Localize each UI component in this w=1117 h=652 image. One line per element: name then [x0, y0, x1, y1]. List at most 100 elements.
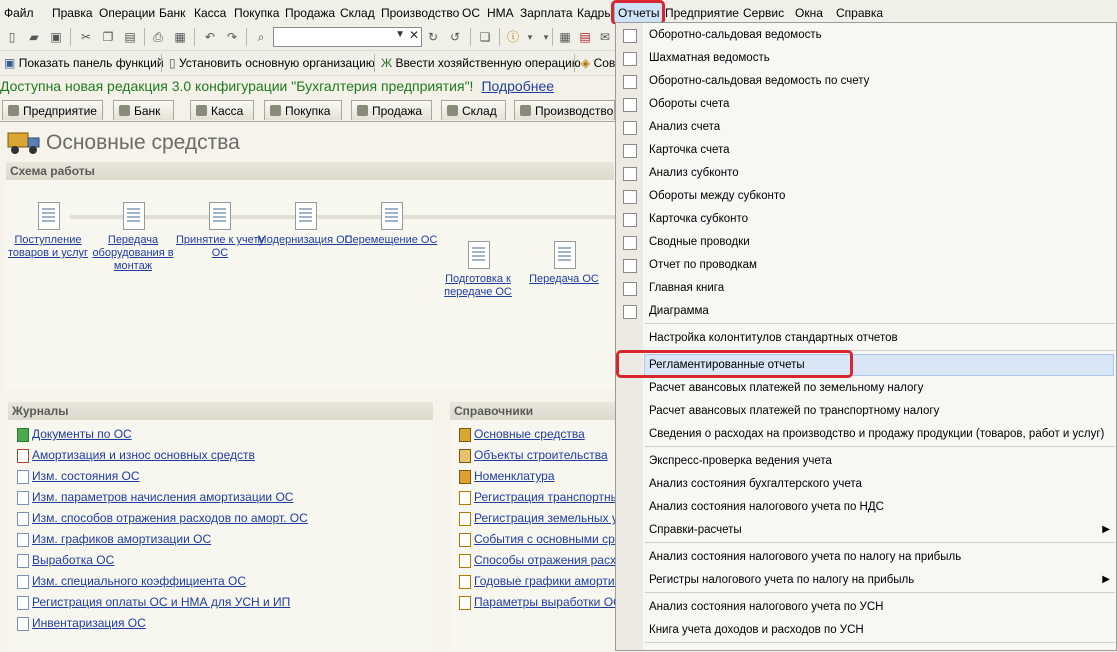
new-icon[interactable]: ▯	[4, 29, 20, 45]
menu-reports[interactable]: Отчеты	[614, 2, 664, 24]
chevron-down-icon[interactable]: ▾	[522, 29, 538, 45]
reference-link[interactable]: Номенклатура	[459, 469, 555, 484]
info-icon[interactable]: ⓘ	[505, 29, 521, 45]
menu-item-account-balance[interactable]: Оборотно-сальдовая ведомость по счету	[649, 75, 869, 87]
menu-item-diagram[interactable]: Диаграмма	[649, 305, 709, 317]
menu-item-land-tax-advance[interactable]: Расчет авансовых платежей по земельному …	[649, 382, 923, 394]
menu-purchase[interactable]: Покупка	[234, 6, 279, 20]
print-icon[interactable]: ⎙	[150, 29, 166, 45]
menu-help[interactable]: Справка	[836, 6, 883, 20]
journal-link[interactable]: Изм. способов отражения расходов по амор…	[17, 511, 308, 526]
menu-file[interactable]: Файл	[4, 6, 34, 20]
reference-link[interactable]: Основные средства	[459, 427, 585, 442]
menu-item-subconto-card[interactable]: Карточка субконто	[649, 213, 748, 225]
show-panel-button[interactable]: ▣ Показать панель функций	[4, 56, 164, 70]
undo-icon[interactable]: ↶	[202, 29, 218, 45]
menu-item-subconto-turnover[interactable]: Обороты между субконто	[649, 190, 785, 202]
cut-icon[interactable]: ✂	[78, 29, 94, 45]
journal-link[interactable]: Изм. специального коэффициента ОС	[17, 574, 246, 589]
reference-link[interactable]: Параметры выработки ОС	[459, 595, 615, 610]
menu-item-subconto-analysis[interactable]: Анализ субконто	[649, 167, 739, 179]
journal-link[interactable]: Амортизация и износ основных средств	[17, 448, 255, 463]
menu-hr[interactable]: Кадры	[577, 6, 613, 20]
find-prev-icon[interactable]: ↺	[447, 29, 463, 45]
tab-warehouse[interactable]: Склад	[441, 100, 506, 120]
menu-item-headers-footers[interactable]: Настройка колонтитулов стандартных отчет…	[649, 332, 898, 344]
menu-salary[interactable]: Зарплата	[520, 6, 573, 20]
mail-icon[interactable]: ✉	[597, 29, 613, 45]
menu-sales[interactable]: Продажа	[285, 6, 335, 20]
enter-operation-button[interactable]: Ж Ввести хозяйственную операцию	[381, 56, 581, 70]
journal-link[interactable]: Изм. параметров начисления амортизации О…	[17, 490, 293, 505]
journal-link[interactable]: Изм. графиков амортизации ОС	[17, 532, 211, 547]
tab-cash[interactable]: Касса	[190, 100, 254, 120]
copy-icon[interactable]: ❐	[100, 29, 116, 45]
save-icon[interactable]: ▣	[48, 29, 64, 45]
menu-item-production-costs[interactable]: Сведения о расходах на производство и пр…	[649, 428, 1104, 440]
menu-item-transport-tax-advance[interactable]: Расчет авансовых платежей по транспортно…	[649, 405, 939, 417]
menu-item-account-turnover[interactable]: Обороты счета	[649, 98, 729, 110]
preview-icon[interactable]: ▦	[172, 29, 188, 45]
menu-item-vat-analysis[interactable]: Анализ состояния налогового учета по НДС	[649, 501, 884, 513]
menu-nma[interactable]: НМА	[487, 6, 514, 20]
journal-link[interactable]: Выработка ОС	[17, 553, 114, 568]
set-main-org-button[interactable]: ▯ Установить основную организацию	[169, 56, 375, 70]
menu-service[interactable]: Сервис	[743, 6, 784, 20]
windows-icon[interactable]: ❏	[477, 29, 493, 45]
tab-sales[interactable]: Продажа	[351, 100, 432, 120]
menu-item-usn-analysis[interactable]: Анализ состояния налогового учета по УСН	[649, 601, 883, 613]
journal-link[interactable]: Документы по ОС	[17, 427, 132, 442]
journal-link[interactable]: Инвентаризация ОС	[17, 616, 146, 631]
calculator-icon[interactable]: ▦	[557, 29, 573, 45]
menu-item-turnover-balance[interactable]: Оборотно-сальдовая ведомость	[649, 29, 822, 41]
menu-item-profit-tax-registers[interactable]: Регистры налогового учета по налогу на п…	[649, 574, 914, 586]
tab-production[interactable]: Производство	[514, 100, 615, 120]
menu-item-accounting-analysis[interactable]: Анализ состояния бухгалтерского учета	[649, 478, 862, 490]
journal-link[interactable]: Изм. состояния ОС	[17, 469, 140, 484]
menu-item-usn-book[interactable]: Книга учета доходов и расходов по УСН	[649, 624, 864, 636]
redo-icon[interactable]: ↷	[224, 29, 240, 45]
step-transfer-os[interactable]: Передача ОС	[514, 273, 614, 286]
menu-windows[interactable]: Окна	[795, 6, 823, 20]
menu-item-account-analysis[interactable]: Анализ счета	[649, 121, 720, 133]
menu-item-summary-entries[interactable]: Сводные проводки	[649, 236, 750, 248]
tab-purchase[interactable]: Покупка	[264, 100, 342, 120]
find-next-icon[interactable]: ↻	[425, 29, 441, 45]
menu-cash[interactable]: Касса	[194, 6, 226, 20]
open-icon[interactable]: ▰	[26, 29, 42, 45]
menu-item-calculations[interactable]: Справки-расчеты	[649, 524, 742, 536]
advisor-button[interactable]: ◈ Сов	[581, 56, 615, 70]
menu-item-entries-report[interactable]: Отчет по проводкам	[649, 259, 757, 271]
menu-enterprise[interactable]: Предприятие	[665, 6, 739, 20]
step-prepare-transfer[interactable]: Подготовка к передаче ОС	[428, 273, 528, 299]
menu-operations[interactable]: Операции	[99, 6, 155, 20]
menu-item-profit-tax-analysis[interactable]: Анализ состояния налогового учета по нал…	[649, 551, 961, 563]
paste-icon[interactable]: ▤	[122, 29, 138, 45]
search-input[interactable]: ▼ ✕	[273, 27, 422, 47]
calendar-icon[interactable]: ▤	[577, 29, 593, 45]
menu-item-general-ledger[interactable]: Главная книга	[649, 282, 724, 294]
menu-item-regulated-reports[interactable]: Регламентированные отчеты	[649, 359, 805, 371]
menu-bank[interactable]: Банк	[159, 6, 185, 20]
reference-link[interactable]: Годовые графики амортиза	[459, 574, 615, 589]
menu-item-account-card[interactable]: Карточка счета	[649, 144, 730, 156]
clear-icon[interactable]: ✕	[409, 28, 419, 42]
step-transfer-to-install[interactable]: Передача оборудования в монтаж	[83, 234, 183, 273]
step-modernization[interactable]: Модернизация ОС	[255, 234, 355, 247]
menu-item-chess-sheet[interactable]: Шахматная ведомость	[649, 52, 770, 64]
menu-item-express-check[interactable]: Экспресс-проверка ведения учета	[649, 455, 832, 467]
reference-link[interactable]: Регистрация земельных уча	[459, 511, 615, 526]
journal-link[interactable]: Регистрация оплаты ОС и НМА для УСН и ИП	[17, 595, 290, 610]
chevron-down-icon[interactable]: ▼	[395, 29, 405, 40]
update-details-link[interactable]: Подробнее	[481, 78, 554, 94]
reference-link[interactable]: События с основными средс	[459, 532, 615, 547]
reference-link[interactable]: Регистрация транспортных	[459, 490, 615, 505]
search-icon[interactable]: ⌕	[253, 29, 269, 45]
tab-bank[interactable]: Банк	[113, 100, 174, 120]
menu-os[interactable]: ОС	[462, 6, 480, 20]
tab-enterprise[interactable]: Предприятие	[2, 100, 103, 120]
menu-production[interactable]: Производство	[381, 6, 459, 20]
step-move-os[interactable]: Перемещение ОС	[341, 234, 441, 247]
reference-link[interactable]: Объекты строительства	[459, 448, 608, 463]
reference-link[interactable]: Способы отражения расход	[459, 553, 615, 568]
